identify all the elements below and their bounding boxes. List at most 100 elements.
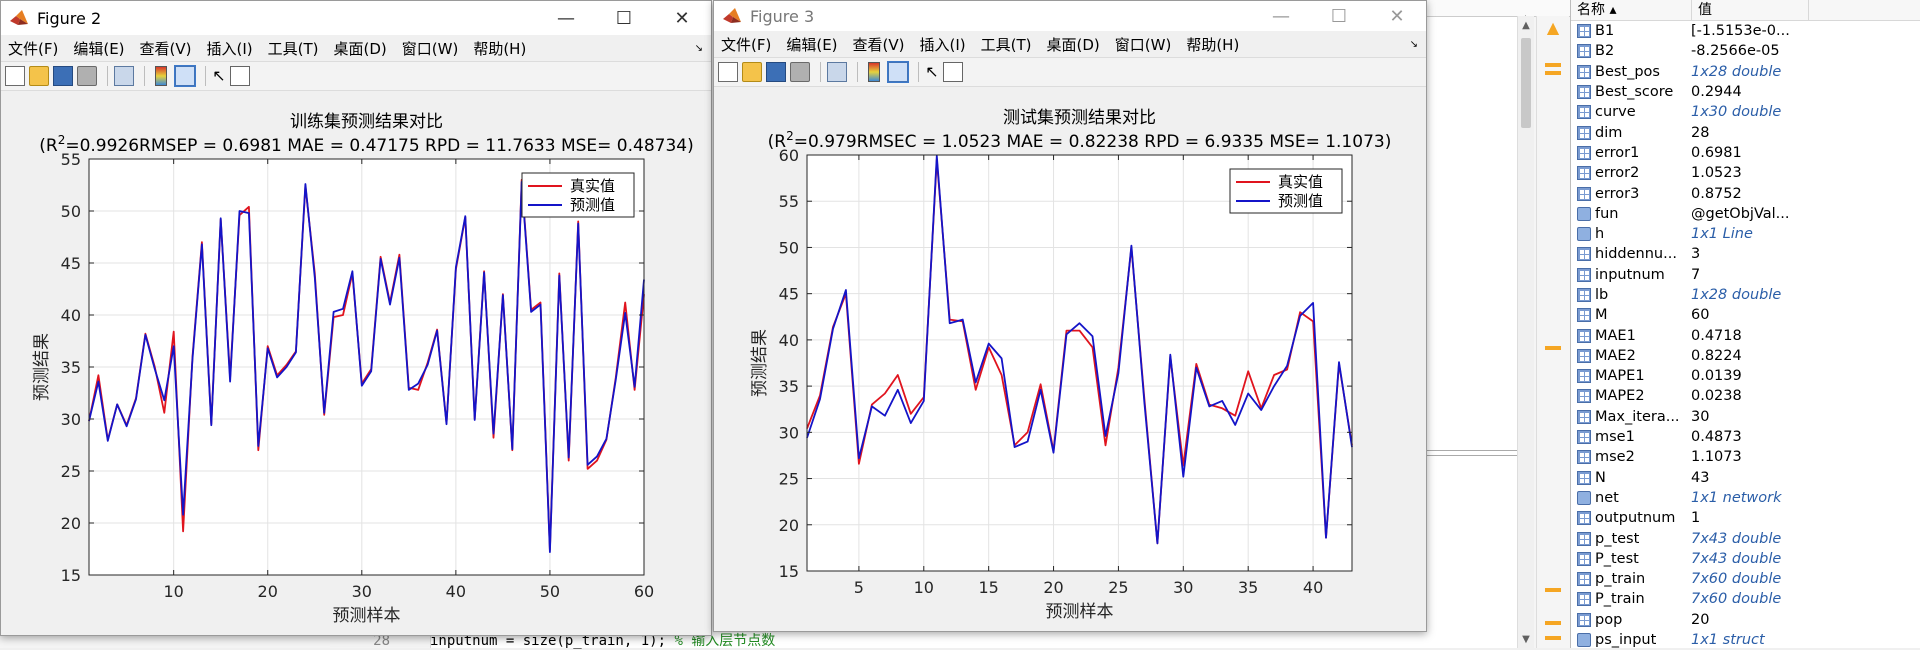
- workspace-variable-row[interactable]: MAE2 0.8224: [1571, 346, 1920, 366]
- scroll-up-icon[interactable]: ▲: [1520, 20, 1532, 32]
- menu-file[interactable]: 文件(F): [714, 34, 779, 55]
- open-file-icon[interactable]: [29, 66, 49, 86]
- warning-mark[interactable]: [1545, 63, 1561, 67]
- edit-plot-cursor-icon[interactable]: ↖: [212, 66, 226, 86]
- legend-icon[interactable]: [887, 61, 909, 83]
- variable-value[interactable]: 1x1 network: [1691, 490, 1811, 506]
- menu-window[interactable]: 窗口(W): [1108, 34, 1180, 55]
- menu-desktop[interactable]: 桌面(D): [327, 38, 395, 59]
- workspace-variable-row[interactable]: Max_itera... 30: [1571, 407, 1920, 427]
- menu-insert[interactable]: 插入(I): [913, 34, 974, 55]
- workspace-variable-row[interactable]: B2 -8.2566e-05: [1571, 41, 1920, 61]
- save-icon[interactable]: [766, 62, 786, 82]
- workspace-variable-row[interactable]: P_train 7x60 double: [1571, 589, 1920, 609]
- colorbar-icon[interactable]: [868, 62, 880, 82]
- warning-mark[interactable]: [1545, 71, 1561, 75]
- variable-value[interactable]: 1x30 double: [1691, 104, 1811, 120]
- minimize-icon[interactable]: —: [1252, 6, 1310, 27]
- maximize-icon[interactable]: ☐: [1310, 6, 1368, 27]
- workspace-variable-row[interactable]: inputnum 7: [1571, 265, 1920, 285]
- variable-value[interactable]: 1x1 struct: [1691, 632, 1811, 648]
- menu-tools[interactable]: 工具(T): [974, 34, 1040, 55]
- figure-window-2[interactable]: Figure 2 — ☐ ✕ 文件(F) 编辑(E) 查看(V) 插入(I) 工…: [0, 0, 712, 636]
- workspace-variable-row[interactable]: p_train 7x60 double: [1571, 569, 1920, 589]
- workspace-variable-row[interactable]: N 43: [1571, 468, 1920, 488]
- menu-file[interactable]: 文件(F): [1, 38, 66, 59]
- link-plot-icon[interactable]: [827, 62, 847, 82]
- close-icon[interactable]: ✕: [653, 8, 711, 29]
- figure-2-chart[interactable]: 训练集预测结果对比(R2=0.9926RMSEP = 0.6981 MAE = …: [1, 91, 711, 635]
- menu-help[interactable]: 帮助(H): [466, 38, 534, 59]
- menu-window[interactable]: 窗口(W): [395, 38, 467, 59]
- dock-arrow-icon[interactable]: ↘: [695, 43, 703, 54]
- new-figure-icon[interactable]: [718, 62, 738, 82]
- menu-edit[interactable]: 编辑(E): [779, 34, 845, 55]
- colorbar-icon[interactable]: [155, 66, 167, 86]
- workspace-variable-row[interactable]: MAE1 0.4718: [1571, 325, 1920, 345]
- warning-mark[interactable]: [1545, 636, 1561, 640]
- workspace-variable-row[interactable]: error1 0.6981: [1571, 143, 1920, 163]
- warning-mark[interactable]: [1545, 588, 1561, 592]
- workspace-variable-row[interactable]: error3 0.8752: [1571, 183, 1920, 203]
- minimize-icon[interactable]: —: [537, 8, 595, 29]
- menu-help[interactable]: 帮助(H): [1179, 34, 1247, 55]
- workspace-variable-row[interactable]: outputnum 1: [1571, 508, 1920, 528]
- edit-plot-cursor-icon[interactable]: ↖: [925, 62, 939, 82]
- plot-browser-icon[interactable]: [230, 66, 250, 86]
- workspace-variable-row[interactable]: curve 1x30 double: [1571, 102, 1920, 122]
- workspace-variable-row[interactable]: lb 1x28 double: [1571, 285, 1920, 305]
- workspace-variable-row[interactable]: dim 28: [1571, 122, 1920, 142]
- workspace-variable-row[interactable]: ps_input 1x1 struct: [1571, 630, 1920, 648]
- workspace-variable-row[interactable]: M 60: [1571, 305, 1920, 325]
- figure-3-chart[interactable]: 测试集预测结果对比(R2=0.979RMSEC = 1.0523 MAE = 0…: [714, 87, 1426, 627]
- print-icon[interactable]: [77, 66, 97, 86]
- editor-scrollbar[interactable]: ▲ ▼: [1517, 16, 1534, 648]
- figure-window-3[interactable]: Figure 3 — ☐ ✕ 文件(F) 编辑(E) 查看(V) 插入(I) 工…: [713, 0, 1427, 632]
- workspace-variable-row[interactable]: MAPE2 0.0238: [1571, 386, 1920, 406]
- save-icon[interactable]: [53, 66, 73, 86]
- close-icon[interactable]: ✕: [1368, 6, 1426, 27]
- maximize-icon[interactable]: ☐: [595, 8, 653, 29]
- open-file-icon[interactable]: [742, 62, 762, 82]
- column-value-header[interactable]: 值: [1692, 0, 1809, 20]
- warning-icon[interactable]: ▲: [1543, 18, 1563, 38]
- print-icon[interactable]: [790, 62, 810, 82]
- workspace-variable-row[interactable]: h 1x1 Line: [1571, 224, 1920, 244]
- new-figure-icon[interactable]: [5, 66, 25, 86]
- variable-value[interactable]: 1x1 Line: [1691, 226, 1811, 242]
- figure-title-bar[interactable]: Figure 2 — ☐ ✕: [1, 1, 711, 35]
- menu-view[interactable]: 查看(V): [846, 34, 913, 55]
- variable-value[interactable]: 1x28 double: [1691, 64, 1811, 80]
- workspace-variable-row[interactable]: B1 [-1.5153e-0...: [1571, 21, 1920, 41]
- link-plot-icon[interactable]: [114, 66, 134, 86]
- menu-edit[interactable]: 编辑(E): [66, 38, 132, 59]
- workspace-variable-row[interactable]: hiddennu... 3: [1571, 244, 1920, 264]
- variable-value[interactable]: 7x60 double: [1691, 571, 1811, 587]
- warning-mark[interactable]: [1545, 621, 1561, 625]
- workspace-variable-row[interactable]: pop 20: [1571, 610, 1920, 630]
- workspace-variable-row[interactable]: mse1 0.4873: [1571, 427, 1920, 447]
- scrollbar-thumb[interactable]: [1521, 38, 1531, 128]
- workspace-variable-row[interactable]: mse2 1.1073: [1571, 447, 1920, 467]
- workspace-variable-row[interactable]: net 1x1 network: [1571, 488, 1920, 508]
- dock-arrow-icon[interactable]: ↘: [1410, 39, 1418, 50]
- workspace-variable-row[interactable]: fun @getObjVal...: [1571, 204, 1920, 224]
- figure-title-bar[interactable]: Figure 3 — ☐ ✕: [714, 1, 1426, 31]
- workspace-variable-row[interactable]: p_test 7x43 double: [1571, 528, 1920, 548]
- workspace-variable-row[interactable]: error2 1.0523: [1571, 163, 1920, 183]
- variable-value[interactable]: 7x60 double: [1691, 591, 1811, 607]
- workspace-variable-row[interactable]: Best_pos 1x28 double: [1571, 62, 1920, 82]
- menu-tools[interactable]: 工具(T): [261, 38, 327, 59]
- warning-mark[interactable]: [1545, 346, 1561, 350]
- workspace-variable-row[interactable]: P_test 7x43 double: [1571, 549, 1920, 569]
- column-name-header[interactable]: 名称 ▴: [1571, 0, 1692, 20]
- scroll-down-icon[interactable]: ▼: [1520, 634, 1532, 646]
- variable-value[interactable]: 7x43 double: [1691, 551, 1811, 567]
- workspace-variable-row[interactable]: MAPE1 0.0139: [1571, 366, 1920, 386]
- plot-browser-icon[interactable]: [943, 62, 963, 82]
- legend-icon[interactable]: [174, 65, 196, 87]
- menu-desktop[interactable]: 桌面(D): [1040, 34, 1108, 55]
- variable-value[interactable]: 7x43 double: [1691, 531, 1811, 547]
- variable-value[interactable]: 1x28 double: [1691, 287, 1811, 303]
- menu-insert[interactable]: 插入(I): [200, 38, 261, 59]
